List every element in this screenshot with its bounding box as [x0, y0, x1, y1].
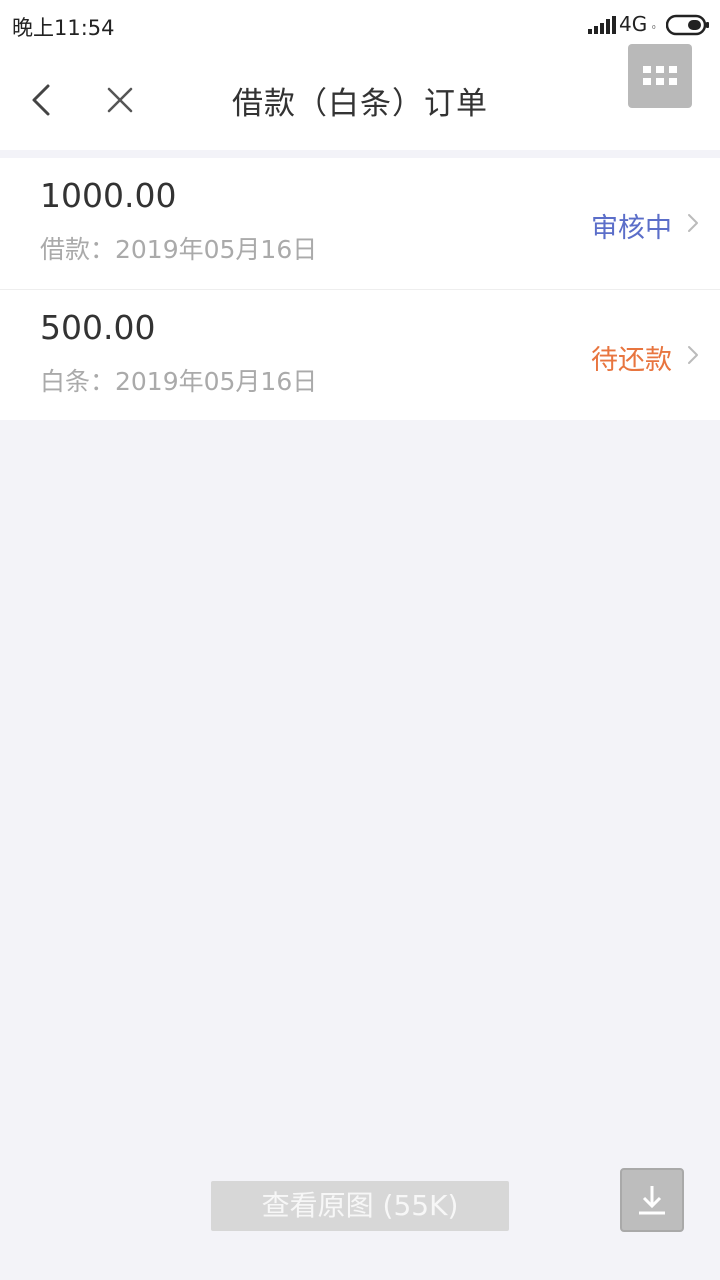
order-type-date: 借款：2019年05月16日 — [40, 235, 318, 264]
order-item[interactable]: 1000.00 借款：2019年05月16日 审核中 — [0, 158, 720, 289]
menu-button[interactable] — [628, 44, 692, 108]
status-bar: 晚上11:54 4G ₀ — [0, 0, 720, 50]
download-button[interactable] — [620, 1168, 684, 1232]
order-list: 1000.00 借款：2019年05月16日 审核中 500.00 白条：201… — [0, 158, 720, 420]
download-icon — [639, 1186, 665, 1215]
screen: 晚上11:54 4G ₀ 借款（白条）订单 1000.00 借款：2019年05… — [0, 0, 720, 1280]
network-activity: ₀ — [652, 22, 656, 32]
chevron-right-icon — [688, 346, 698, 364]
page-title: 借款（白条）订单 — [232, 86, 488, 122]
order-type-date: 白条：2019年05月16日 — [40, 367, 318, 396]
grid-menu-icon — [643, 66, 677, 85]
order-amount: 500.00 — [40, 308, 156, 347]
order-status: 审核中 — [591, 213, 672, 244]
order-amount: 1000.00 — [40, 176, 177, 215]
battery-icon — [666, 14, 709, 36]
order-status: 待还款 — [591, 345, 672, 376]
order-item[interactable]: 500.00 白条：2019年05月16日 待还款 — [0, 289, 720, 420]
network-label: 4G — [619, 12, 648, 36]
view-original-button[interactable]: 查看原图 (55K) — [211, 1181, 509, 1231]
signal-icon — [588, 16, 616, 34]
nav-bar: 借款（白条）订单 — [0, 44, 720, 150]
chevron-right-icon — [688, 214, 698, 232]
status-time: 晚上11:54 — [12, 16, 115, 40]
